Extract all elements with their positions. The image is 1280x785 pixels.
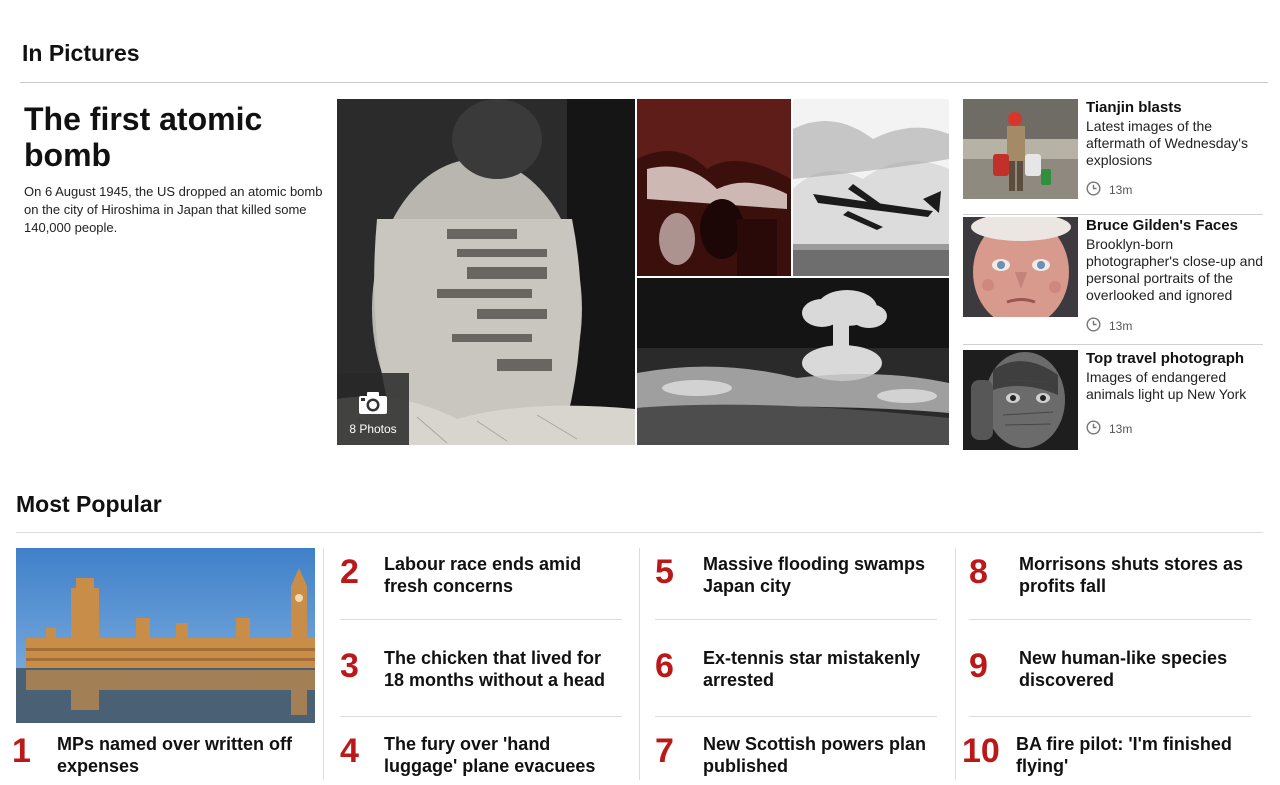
- side-story-title[interactable]: Tianjin blasts: [1086, 99, 1266, 117]
- most-popular-headline[interactable]: MPs named over written off expenses: [57, 733, 312, 777]
- gallery-photo-red[interactable]: [637, 99, 791, 276]
- rank-number: 7: [655, 732, 674, 770]
- clock-icon: [1086, 420, 1101, 438]
- clock-icon: [1086, 181, 1101, 199]
- side-story-time: 13m: [1109, 422, 1133, 436]
- side-story-travel-photograph[interactable]: Top travel photograph Images of endanger…: [963, 350, 1263, 450]
- most-popular-heading[interactable]: Most Popular: [16, 491, 162, 518]
- side-story-thumbnail[interactable]: [963, 99, 1078, 199]
- rank-number: 6: [655, 647, 674, 685]
- most-popular-headline[interactable]: Morrisons shuts stores as profits fall: [1019, 553, 1254, 597]
- most-popular-headline[interactable]: Labour race ends amid fresh concerns: [384, 553, 624, 597]
- in-pictures-heading[interactable]: In Pictures: [22, 40, 140, 67]
- rank-number: 10: [962, 732, 1000, 770]
- photo-count-label: 8 Photos: [349, 422, 397, 436]
- item-divider: [340, 716, 622, 717]
- side-story-summary: Latest images of the aftermath of Wednes…: [1086, 118, 1248, 168]
- rank-number: 3: [340, 647, 359, 685]
- rank-number: 8: [969, 553, 988, 591]
- side-story-thumbnail[interactable]: [963, 350, 1078, 450]
- most-popular-headline[interactable]: Massive flooding swamps Japan city: [703, 553, 938, 597]
- rank-number: 4: [340, 732, 359, 770]
- item-divider: [969, 716, 1251, 717]
- hero-title[interactable]: The first atomic bomb: [24, 101, 324, 173]
- side-divider: [963, 344, 1263, 345]
- rank-number: 5: [655, 553, 674, 591]
- column-divider: [639, 548, 640, 780]
- side-story-thumbnail[interactable]: [963, 217, 1078, 317]
- clock-icon: [1086, 317, 1101, 335]
- gallery-photo-plane[interactable]: [793, 99, 949, 276]
- side-story-time: 13m: [1109, 183, 1133, 197]
- most-popular-headline[interactable]: The fury over 'hand luggage' plane evacu…: [384, 733, 624, 777]
- side-story-timestamp: 13m: [1086, 317, 1132, 335]
- most-popular-divider: [16, 532, 1263, 533]
- most-popular-headline[interactable]: Ex-tennis star mistakenly arrested: [703, 647, 938, 691]
- rank-number: 2: [340, 553, 359, 591]
- item-divider: [655, 619, 937, 620]
- gallery-photo-mushroom-cloud[interactable]: [637, 278, 949, 445]
- camera-icon: [337, 391, 409, 420]
- side-story-summary: Brooklyn-born photographer's close-up an…: [1086, 236, 1264, 303]
- most-popular-headline[interactable]: New Scottish powers plan published: [703, 733, 938, 777]
- in-pictures-divider: [20, 82, 1268, 83]
- side-story-timestamp: 13m: [1086, 181, 1132, 199]
- side-story-time: 13m: [1109, 319, 1133, 333]
- side-story-tianjin[interactable]: Tianjin blasts Latest images of the afte…: [963, 99, 1263, 209]
- rank-number: 1: [12, 732, 31, 770]
- side-story-timestamp: 13m: [1086, 420, 1132, 438]
- most-popular-headline[interactable]: The chicken that lived for 18 months wit…: [384, 647, 624, 691]
- side-story-summary: Images of endangered animals light up Ne…: [1086, 369, 1247, 402]
- most-popular-lead-image[interactable]: [16, 548, 315, 723]
- rank-number: 9: [969, 647, 988, 685]
- column-divider: [323, 548, 324, 780]
- side-story-title[interactable]: Top travel photograph: [1086, 350, 1266, 368]
- hero-summary: On 6 August 1945, the US dropped an atom…: [24, 184, 323, 235]
- side-story-title[interactable]: Bruce Gilden's Faces: [1086, 217, 1266, 235]
- most-popular-headline[interactable]: New human-like species discovered: [1019, 647, 1254, 691]
- item-divider: [969, 619, 1251, 620]
- photo-count-badge[interactable]: 8 Photos: [337, 373, 409, 445]
- most-popular-headline[interactable]: BA fire pilot: 'I'm finished flying': [1016, 733, 1251, 777]
- item-divider: [655, 716, 937, 717]
- side-story-bruce-gilden[interactable]: Bruce Gilden's Faces Brooklyn-born photo…: [963, 217, 1263, 342]
- item-divider: [340, 619, 622, 620]
- side-divider: [963, 214, 1263, 215]
- column-divider: [955, 548, 956, 780]
